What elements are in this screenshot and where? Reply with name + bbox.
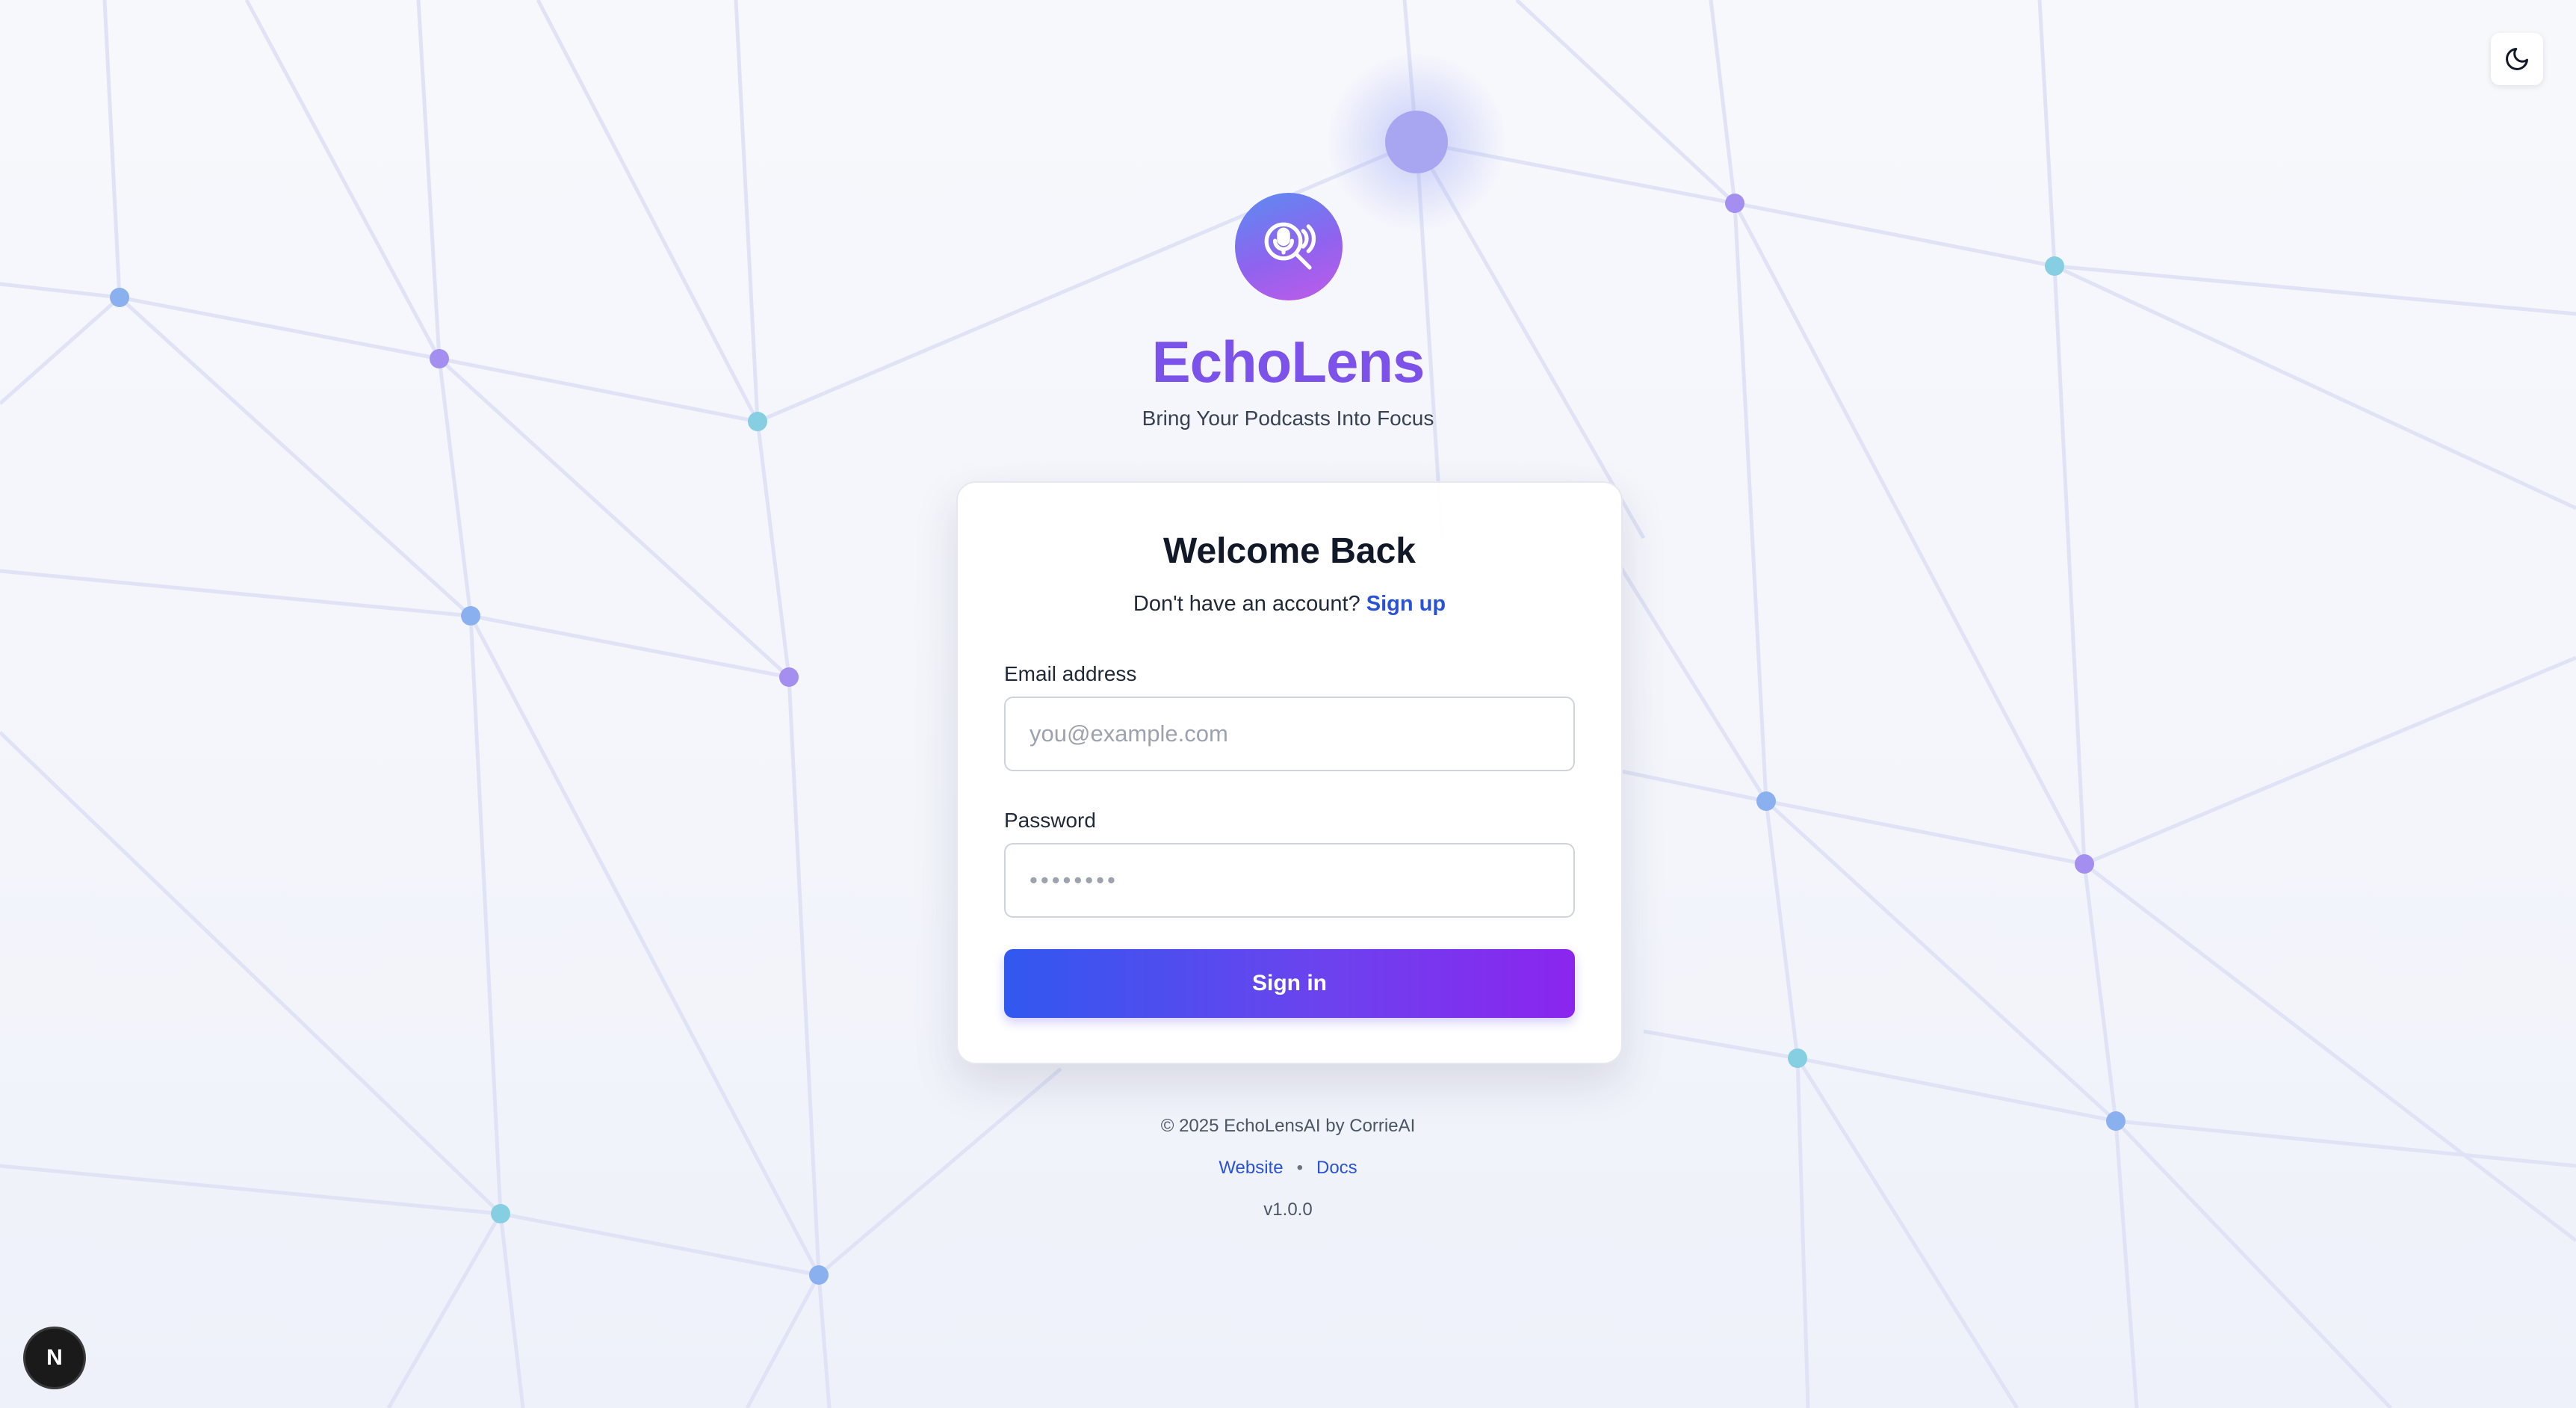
signup-prompt: Don't have an account? Sign up — [958, 589, 1621, 619]
app-version: v1.0.0 — [1263, 1199, 1313, 1220]
podcast-microphone-magnifier-icon — [1264, 222, 1316, 270]
theme-toggle-button[interactable] — [2491, 33, 2543, 85]
password-field[interactable] — [1004, 843, 1575, 918]
website-link[interactable]: Website — [1219, 1158, 1283, 1178]
footer-separator: • — [1296, 1158, 1303, 1178]
app-name: EchoLens — [0, 326, 2576, 398]
footer-copyright: © 2025 EchoLensAI by CorrieAI — [1160, 1116, 1416, 1136]
docs-link[interactable]: Docs — [1316, 1158, 1357, 1178]
login-title: Welcome Back — [1163, 531, 1416, 571]
login-card: Welcome Back Don't have an account? Sign… — [956, 481, 1623, 1064]
password-label: Password — [1004, 809, 1096, 832]
app-tagline: Bring Your Podcasts Into Focus — [1142, 407, 1434, 430]
app-logo — [1235, 193, 1343, 300]
email-field[interactable] — [1004, 697, 1575, 771]
dev-badge-letter: N — [46, 1345, 63, 1370]
no-account-text: Don't have an account? — [1133, 592, 1360, 616]
nextjs-dev-badge[interactable]: N — [25, 1329, 84, 1387]
footer-links: Website • Docs — [0, 1155, 2576, 1181]
signup-link[interactable]: Sign up — [1366, 592, 1446, 616]
sign-in-button[interactable]: Sign in — [1004, 949, 1575, 1018]
email-label: Email address — [1004, 662, 1137, 685]
moon-icon — [2506, 48, 2528, 70]
